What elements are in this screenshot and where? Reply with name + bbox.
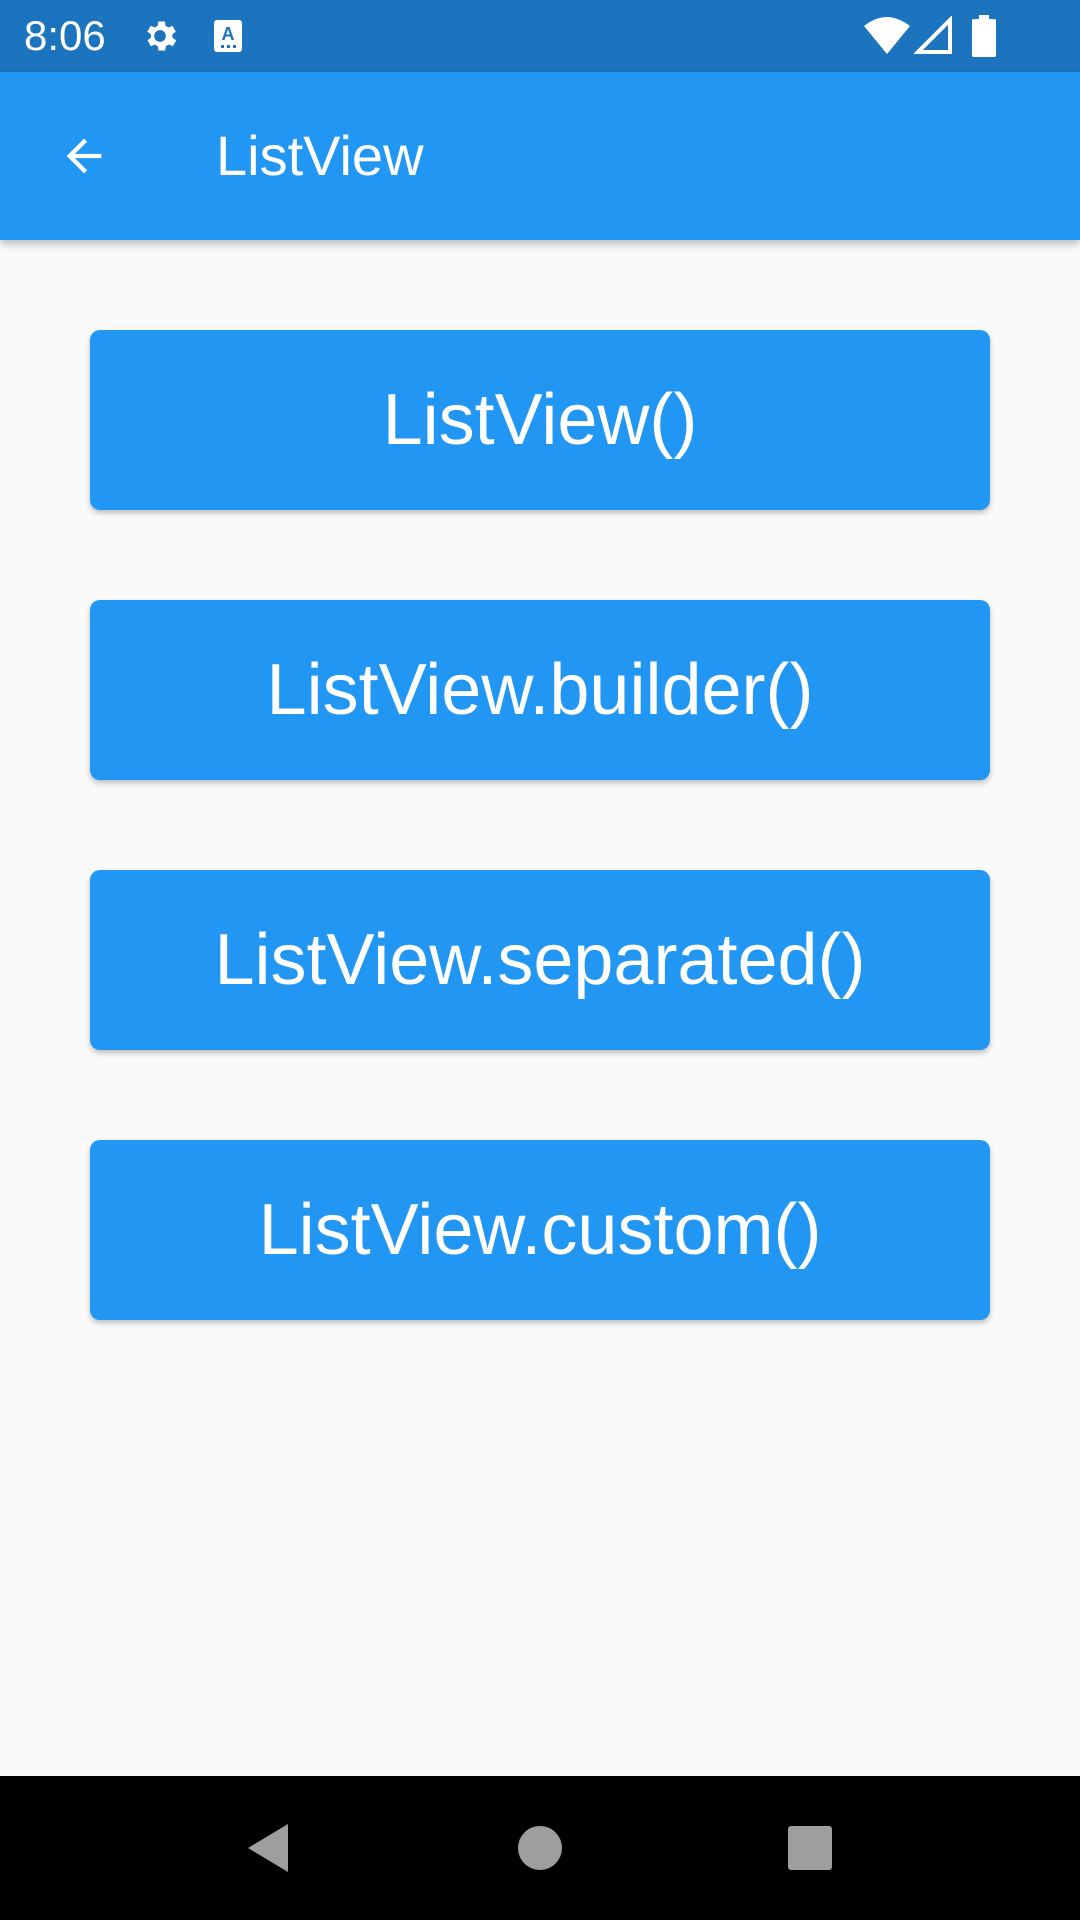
svg-text:A: A	[222, 24, 235, 44]
status-bar: 8:06 A	[0, 0, 1080, 72]
gear-icon	[138, 0, 182, 72]
battery-icon	[970, 0, 998, 72]
nav-back-button[interactable]	[220, 1800, 316, 1896]
signal-icon	[912, 0, 956, 72]
status-time: 8:06	[24, 12, 106, 59]
navigation-bar	[0, 1776, 1080, 1920]
keyboard-a-icon: A	[208, 0, 248, 72]
listview-builder-button[interactable]: ListView.builder()	[90, 600, 990, 780]
listview-button[interactable]: ListView()	[90, 330, 990, 510]
listview-custom-button[interactable]: ListView.custom()	[90, 1140, 990, 1320]
arrow-back-icon	[66, 138, 102, 174]
back-triangle-icon	[248, 1824, 288, 1872]
nav-recents-button[interactable]	[762, 1800, 858, 1896]
recents-square-icon	[788, 1826, 832, 1870]
page-title: ListView	[216, 124, 424, 187]
home-circle-icon	[518, 1826, 562, 1870]
wifi-icon	[862, 0, 912, 72]
screen: 8:06 A ListView ListView() ListView.buil…	[0, 0, 1080, 1920]
back-button[interactable]	[36, 108, 132, 204]
listview-separated-button[interactable]: ListView.separated()	[90, 870, 990, 1050]
nav-home-button[interactable]	[492, 1800, 588, 1896]
app-bar: ListView	[0, 72, 1080, 240]
